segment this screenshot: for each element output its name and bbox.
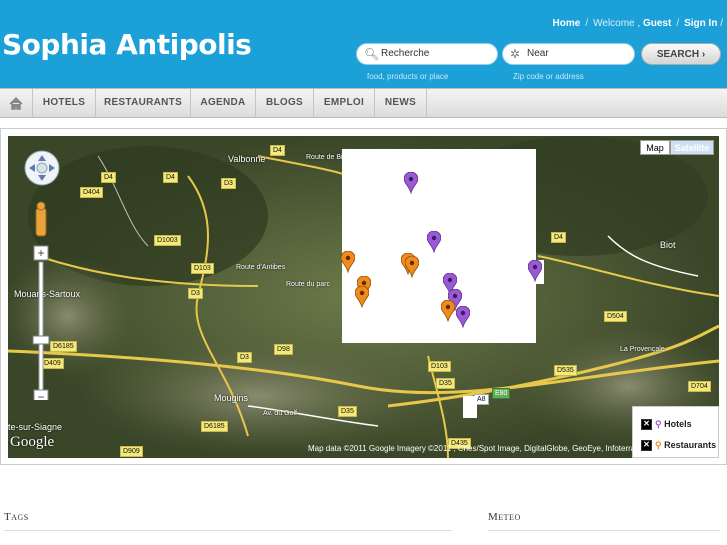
hotel-marker[interactable] — [456, 306, 470, 328]
map-type-satellite-button[interactable]: Satellite — [670, 140, 714, 155]
location-icon: ✲ — [510, 47, 521, 61]
search-icon: 🔍︎ — [364, 47, 380, 61]
satellite-map[interactable]: Valbonne Biot Mougins Mouans-Sartoux te-… — [8, 136, 719, 458]
legend-hotels[interactable]: ✕ ⚲ Hotels — [641, 417, 692, 431]
restaurant-marker[interactable] — [441, 300, 455, 322]
place-valbonne: Valbonne — [228, 154, 266, 164]
hotel-marker[interactable] — [404, 172, 418, 194]
road-label: D6185 — [201, 421, 228, 432]
road-label: D3 — [221, 178, 236, 189]
guest-name: Guest — [642, 18, 672, 29]
road-label: D3 — [237, 352, 252, 363]
road-label: D103 — [191, 263, 214, 274]
search-hint: food, products or place — [367, 72, 449, 81]
hotels-checkbox[interactable]: ✕ — [641, 419, 652, 431]
nav-agenda[interactable]: AGENDA — [191, 89, 256, 117]
near-box[interactable]: ✲ — [502, 43, 635, 65]
restaurant-pin-icon: ⚲ — [655, 440, 662, 450]
hotel-marker[interactable] — [427, 231, 441, 253]
top-links: Home / Welcome , Guest / Sign In / — [553, 18, 723, 29]
nav-emploi[interactable]: EMPLOI — [314, 89, 375, 117]
tags-heading: Tags — [4, 511, 29, 523]
divider — [4, 530, 452, 531]
svg-text:+: + — [37, 246, 44, 260]
svg-text:−: − — [37, 390, 44, 400]
legend-restaurants[interactable]: ✕ ⚲ Restaurants — [641, 438, 716, 452]
road-name: La Provençale — [620, 346, 665, 353]
hotel-pin-icon: ⚲ — [655, 419, 662, 429]
separator: / — [585, 18, 589, 29]
search-button[interactable]: SEARCH › — [641, 43, 721, 65]
nav-restaurants[interactable]: RESTAURANTS — [96, 89, 191, 117]
road-label: D704 — [688, 381, 711, 392]
map-controls: + − — [24, 150, 64, 405]
place-siagne: te-sur-Siagne — [8, 422, 63, 432]
hotel-marker[interactable] — [528, 260, 542, 282]
near-hint: Zip code or address — [513, 72, 584, 81]
welcome-text: Welcome , — [593, 18, 641, 29]
nav-news[interactable]: NEWS — [375, 89, 427, 117]
search-query-box[interactable]: 🔍︎ — [356, 43, 498, 65]
nav-blogs[interactable]: BLOGS — [256, 89, 314, 117]
site-header: Sophia Antipolis Home / Welcome , Guest / Si… — [0, 0, 727, 88]
road-label: D909 — [120, 446, 143, 457]
road-label: D4 — [101, 172, 116, 183]
main-nav: HOTELS RESTAURANTS AGENDA BLOGS EMPLOI N… — [0, 88, 727, 118]
road-name: Route d'Antibes — [236, 264, 286, 271]
road-name: Route du parc — [286, 281, 330, 288]
google-logo[interactable]: Google — [10, 434, 54, 451]
road-label: D4 — [270, 145, 285, 156]
road-name: Av. du Golf — [263, 410, 297, 417]
map-attribution: Map data ©2011 Google Imagery ©2011 , Cn… — [308, 444, 636, 453]
place-mougins: Mougins — [214, 393, 249, 403]
road-label: D103 — [428, 361, 451, 372]
nav-hotels[interactable]: HOTELS — [33, 89, 96, 117]
road-label: D35 — [436, 378, 455, 389]
site-title[interactable]: Sophia Antipolis — [2, 28, 252, 61]
road-label: D35 — [338, 406, 357, 417]
near-input[interactable] — [525, 47, 629, 60]
map-legend: ✕ ⚲ Hotels ✕ ⚲ Restaurants — [632, 406, 719, 458]
separator: / — [720, 18, 723, 29]
road-label: D98 — [274, 344, 293, 355]
road-label: D1003 — [154, 235, 181, 246]
map-type-map-button[interactable]: Map — [640, 140, 670, 155]
legend-restaurants-label: Restaurants — [664, 440, 717, 450]
separator: / — [676, 18, 680, 29]
map-type-control: Map Satellite — [640, 140, 714, 156]
legend-hotels-label: Hotels — [664, 419, 692, 429]
road-label: D535 — [554, 365, 577, 376]
restaurant-marker[interactable] — [341, 251, 355, 273]
restaurant-marker[interactable] — [405, 256, 419, 278]
search-input[interactable] — [379, 47, 493, 60]
nav-home[interactable] — [0, 89, 33, 117]
pan-zoom-control[interactable]: + − — [24, 150, 64, 405]
road-label: D4 — [163, 172, 178, 183]
map-tile-placeholder — [463, 396, 477, 418]
road-label: E80 — [492, 388, 511, 399]
restaurants-checkbox[interactable]: ✕ — [641, 440, 652, 452]
road-label: D3 — [188, 288, 203, 299]
divider — [488, 530, 720, 531]
road-label: D404 — [80, 187, 103, 198]
road-label: D4 — [551, 232, 566, 243]
place-biot: Biot — [660, 240, 676, 250]
road-label: D504 — [604, 311, 627, 322]
home-icon — [9, 96, 23, 110]
meteo-heading: Meteo — [488, 511, 521, 523]
restaurant-marker[interactable] — [355, 286, 369, 308]
sign-in-link[interactable]: Sign In — [684, 18, 717, 29]
home-link[interactable]: Home — [553, 18, 581, 29]
